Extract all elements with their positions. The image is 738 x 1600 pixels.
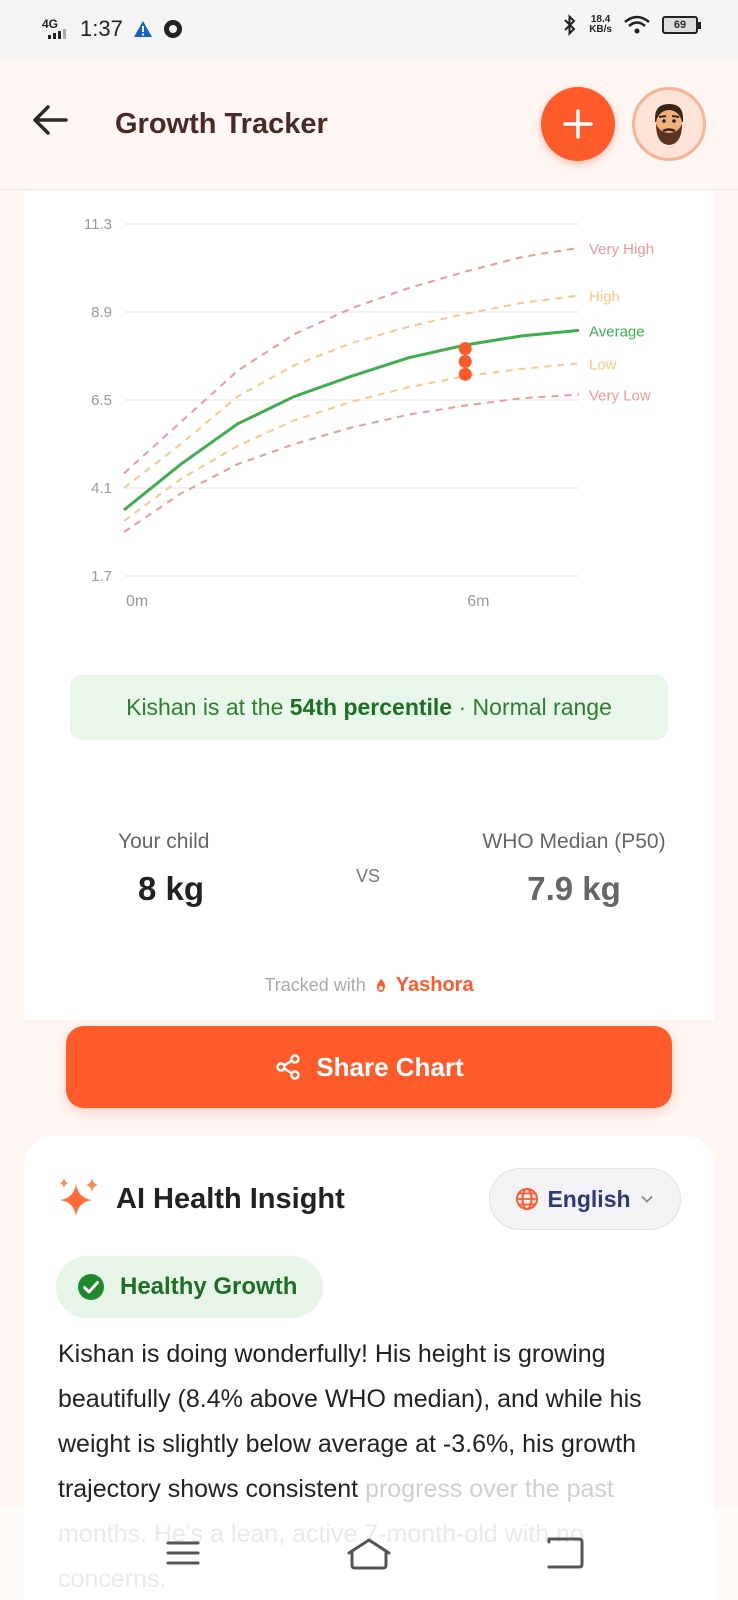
series-label: Average: [589, 323, 645, 340]
speed-unit: KB/s: [589, 24, 612, 35]
globe-icon: [516, 1188, 539, 1210]
series-line-very-high: [123, 246, 580, 475]
avatar[interactable]: [632, 87, 706, 161]
share-label: Share Chart: [316, 1051, 464, 1082]
status-badge: Healthy Growth: [56, 1256, 324, 1318]
battery-icon: 69: [662, 16, 701, 34]
clock: 1:37: [80, 16, 123, 41]
chevron-down-icon: [640, 1195, 653, 1203]
who-value: 7.9 kg: [527, 870, 621, 907]
vs-label: VS: [356, 866, 381, 886]
page-title: Growth Tracker: [115, 108, 328, 140]
series-line-low: [123, 362, 580, 522]
bluetooth-icon: [564, 14, 576, 36]
back-nav-icon: [547, 1537, 584, 1569]
series-label: Very Low: [589, 388, 651, 405]
bearded-man-avatar-icon: [655, 104, 683, 145]
yashora-logo-icon: [376, 978, 385, 992]
arrow-left-icon: [33, 105, 68, 135]
status-text: Healthy Growth: [120, 1273, 298, 1300]
who-label: WHO Median (P50): [482, 830, 666, 853]
app-bar: Growth Tracker: [0, 58, 738, 190]
child-comparison: Your child 8 kg: [118, 830, 278, 908]
y-tick-label: 6.5: [91, 392, 112, 409]
child-data-point: [458, 342, 472, 356]
who-comparison: WHO Median (P50) 7.9 kg: [444, 830, 704, 908]
app-notification-icon: [163, 20, 182, 38]
tracked-text: Tracked with: [264, 975, 366, 995]
brand-logo: Yashora: [374, 974, 474, 997]
back-button[interactable]: [28, 98, 72, 142]
series-line-high: [123, 294, 580, 489]
status-bar: 4G 1:37 18.4 KB/s 69: [0, 0, 738, 58]
x-tick-label: 0m: [126, 593, 148, 610]
menu-icon: [166, 1541, 200, 1565]
battery-level: 69: [673, 19, 687, 31]
series-line-very-low: [123, 393, 580, 533]
nav-menu-button[interactable]: [158, 1528, 208, 1578]
y-tick-label: 1.7: [91, 568, 112, 585]
series-label: High: [589, 289, 620, 306]
nav-home-button[interactable]: [344, 1528, 394, 1578]
summary-prefix: Kishan is at the: [126, 694, 290, 720]
language-selector[interactable]: English: [489, 1168, 681, 1230]
x-tick-label: 6m: [467, 593, 489, 610]
y-tick-label: 8.9: [91, 304, 112, 321]
y-tick-label: 4.1: [91, 480, 112, 497]
sparkle-icon: [60, 1178, 98, 1216]
tracked-with-footer: Tracked with Yashora: [24, 974, 714, 997]
add-entry-button[interactable]: [541, 87, 615, 161]
nav-back-button[interactable]: [540, 1528, 590, 1578]
brand-name: Yashora: [395, 974, 474, 996]
growth-chart: 11.3 8.9 6.5 4.1 1.7 0m 6m Very High High Average…: [84, 216, 654, 610]
series-line-average: [123, 328, 580, 512]
insight-header: AI Health Insight: [56, 1176, 345, 1222]
status-bar-right: 18.4 KB/s 69: [563, 14, 701, 36]
plus-icon: [563, 109, 593, 139]
series-label: Very High: [589, 241, 654, 258]
child-data-point: [458, 367, 472, 381]
growth-chart-card: 11.3 8.9 6.5 4.1 1.7 0m 6m Very High High Average…: [24, 190, 714, 1020]
summary-suffix: · Normal range: [452, 694, 612, 720]
check-circle-icon: [78, 1274, 104, 1300]
child-value: 8 kg: [138, 870, 205, 907]
system-nav-bar: [0, 1506, 738, 1600]
child-data-point: [458, 355, 472, 368]
insight-title: AI Health Insight: [116, 1182, 345, 1215]
alert-triangle-icon: [133, 21, 152, 37]
share-icon: [276, 1054, 301, 1080]
series-label: Low: [589, 356, 617, 373]
home-icon: [347, 1538, 391, 1570]
summary-percentile: 54th percentile: [289, 694, 453, 720]
network-speed: 18.4 KB/s: [589, 15, 612, 35]
y-tick-label: 11.3: [84, 216, 112, 233]
wifi-icon: [624, 15, 650, 34]
status-bar-left: 4G 1:37: [42, 16, 183, 42]
percentile-summary: Kishan is at the 54th percentile · Norma…: [70, 675, 668, 740]
language-label: English: [547, 1185, 631, 1212]
child-label: Your child: [118, 830, 210, 853]
share-chart-button[interactable]: Share Chart: [66, 1026, 672, 1108]
signal-icon: 4G: [42, 17, 70, 41]
